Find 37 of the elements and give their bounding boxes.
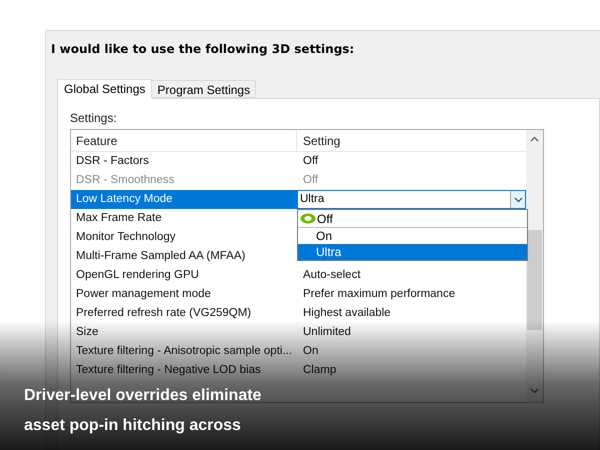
caption-text: asset pop-in hitching across [24, 416, 242, 436]
feature-cell[interactable]: Preferred refresh rate (VG259QM) [71, 304, 297, 323]
caption-text: Driver-level overrides eliminate [24, 386, 262, 406]
scroll-thumb[interactable] [527, 230, 542, 330]
setting-cell-text: Highest available [302, 306, 392, 321]
feature-cell[interactable]: Texture filtering - Negative LOD bias [71, 361, 297, 380]
column-header[interactable]: Setting [297, 132, 526, 150]
section-heading: I would like to use the following 3D settings: [51, 41, 356, 58]
column-header[interactable]: Feature [71, 130, 297, 151]
scrollbar[interactable] [526, 130, 543, 402]
eye-logo-icon [300, 213, 316, 224]
setting-combobox[interactable]: Ultra [297, 190, 526, 209]
setting-cell-text: Off [302, 172, 320, 188]
feature-cell[interactable]: Monitor Technology [71, 228, 297, 247]
feature-cell[interactable]: Max Frame Rate [71, 209, 297, 228]
tab[interactable]: Program Settings [152, 80, 256, 98]
feature-cell[interactable]: Multi-Frame Sampled AA (MFAA) [71, 247, 297, 266]
chevron-down-icon [514, 196, 522, 202]
settings-label: Settings: [70, 110, 118, 125]
feature-cell[interactable]: Texture filtering - Anisotropic sample opti... [71, 342, 297, 361]
scroll-up-icon[interactable] [530, 136, 539, 142]
setting-cell-text: Unlimited [302, 324, 352, 340]
setting-cell-text: Auto-select [302, 268, 362, 283]
scroll-down-icon[interactable] [530, 388, 539, 394]
feature-cell[interactable]: DSR - Factors [71, 152, 297, 171]
dropdown-option[interactable]: Ultra [298, 244, 527, 260]
setting-cell-text: Off [302, 154, 320, 169]
tab[interactable]: Global Settings [57, 79, 152, 99]
feature-cell[interactable]: OpenGL rendering GPU [71, 266, 297, 285]
setting-cell-text: Clamp [302, 362, 338, 378]
dropdown-option[interactable]: Off [298, 210, 527, 228]
setting-cell-text: Prefer maximum performance [302, 286, 456, 302]
dropdown-option[interactable]: On [298, 228, 527, 244]
feature-cell[interactable]: Size [71, 323, 297, 342]
feature-cell[interactable]: Power management mode [71, 285, 297, 304]
selected-row[interactable]: Low Latency Mode [71, 190, 297, 209]
setting-cell-text: On [302, 344, 320, 359]
